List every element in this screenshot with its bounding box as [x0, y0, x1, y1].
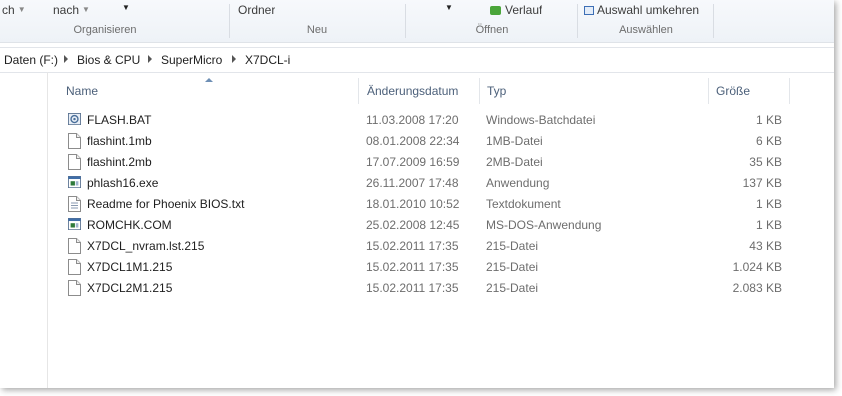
file-date: 15.02.2011 17:35 — [366, 281, 459, 295]
file-size: 1 KB — [755, 197, 782, 211]
invert-selection-icon — [584, 6, 594, 15]
file-type: MS-DOS-Anwendung — [486, 218, 602, 232]
file-name: FLASH.BAT — [87, 113, 152, 127]
group-label-neu: Neu — [306, 24, 328, 36]
file-type: Windows-Batchdatei — [486, 113, 596, 127]
file-name: flashint.2mb — [87, 155, 152, 169]
file-name: phlash16.exe — [87, 176, 159, 190]
file-type: 215-Datei — [486, 260, 539, 274]
file-row[interactable]: ROMCHK.COM 25.02.2008 12:45 MS-DOS-Anwendu… — [60, 215, 790, 236]
application-icon — [68, 175, 81, 191]
group-label-auswaehlen: Auswählen — [619, 24, 673, 36]
file-name: Readme for Phoenix BIOS.txt — [87, 197, 245, 211]
breadcrumb-chevron-icon[interactable] — [232, 55, 236, 63]
group-label-organisieren: Organisieren — [73, 24, 137, 36]
column-divider[interactable] — [789, 78, 790, 104]
file-type: 215-Datei — [486, 239, 539, 253]
column-divider[interactable] — [708, 78, 709, 104]
column-divider[interactable] — [358, 78, 359, 104]
file-type: 2MB-Datei — [486, 155, 543, 169]
group-label-oeffnen: Öffnen — [475, 24, 509, 36]
file-name: ROMCHK.COM — [87, 218, 172, 232]
column-divider[interactable] — [479, 78, 480, 104]
open-dropdown-arrow-icon[interactable]: ▼ — [445, 3, 453, 12]
file-row[interactable]: flashint.1mb 08.01.2008 22:34 1MB-Datei 6 K… — [60, 131, 790, 152]
file-type: Textdokument — [486, 197, 561, 211]
batch-file-icon — [68, 112, 81, 128]
file-type: 215-Datei — [486, 281, 539, 295]
ribbon-separator — [405, 4, 406, 38]
ribbon-separator — [577, 4, 578, 38]
invert-selection-button[interactable]: Auswahl umkehren — [584, 3, 699, 15]
file-name: X7DCL_nvram.lst.215 — [87, 239, 205, 253]
file-date: 11.03.2008 17:20 — [366, 113, 459, 127]
ribbon-separator — [713, 4, 714, 38]
file-row[interactable]: X7DCL1M1.215 15.02.2011 17:35 215-Datei 1.0… — [60, 257, 790, 278]
file-size: 2.083 KB — [732, 281, 782, 295]
explorer-window: ch ▼ nach ▼ ▼ Ordner ▼ Verlauf Auswahl umk… — [0, 0, 834, 388]
file-size: 137 KB — [742, 176, 782, 190]
file-size: 1 KB — [755, 218, 782, 232]
breadcrumb-item-x7dcl-i[interactable]: X7DCL-i — [245, 53, 290, 67]
breadcrumb-item-supermicro[interactable]: SuperMicro — [161, 53, 222, 67]
history-icon — [490, 6, 501, 15]
file-row[interactable]: phlash16.exe 26.11.2007 17:48 Anwendung 137… — [60, 173, 790, 194]
file-row[interactable]: Readme for Phoenix BIOS.txt 18.01.2010 10… — [60, 194, 790, 215]
file-size: 35 KB — [749, 155, 782, 169]
file-size: 1 KB — [755, 113, 782, 127]
ribbon-cut-button-left[interactable]: ch ▼ — [2, 3, 26, 15]
application-icon — [68, 217, 81, 233]
file-date: 15.02.2011 17:35 — [366, 239, 459, 253]
column-header-date[interactable]: Änderungsdatum — [367, 84, 458, 98]
navigation-pane-divider[interactable] — [47, 72, 48, 388]
file-row[interactable]: X7DCL2M1.215 15.02.2011 17:35 215-Datei 2.0… — [60, 278, 790, 299]
column-header-size[interactable]: Größe — [716, 84, 750, 98]
sort-ascending-icon — [205, 78, 213, 82]
file-row[interactable]: FLASH.BAT 11.03.2008 17:20 Windows-Batchda… — [60, 110, 790, 131]
file-type: 1MB-Datei — [486, 134, 543, 148]
history-button[interactable]: Verlauf — [490, 3, 542, 15]
column-header-type[interactable]: Typ — [487, 84, 506, 98]
file-date: 26.11.2007 17:48 — [366, 176, 459, 190]
file-icon — [68, 154, 81, 170]
dropdown-arrow-icon: ▼ — [17, 5, 26, 14]
file-icon — [68, 133, 81, 149]
file-size: 6 KB — [755, 134, 782, 148]
file-date: 18.01.2010 10:52 — [366, 197, 460, 211]
column-header-name[interactable]: Name — [66, 84, 98, 98]
text-file-icon — [68, 196, 81, 212]
file-date: 25.02.2008 12:45 — [366, 218, 460, 232]
breadcrumb[interactable]: Daten (F:) Bios & CPU SuperMicro X7DCL-i — [0, 47, 834, 73]
file-icon — [68, 280, 81, 296]
ribbon: ch ▼ nach ▼ ▼ Ordner ▼ Verlauf Auswahl umk… — [0, 0, 834, 43]
new-folder-button[interactable]: Ordner — [238, 3, 275, 15]
file-row[interactable]: flashint.2mb 17.07.2009 16:59 2MB-Datei 35 … — [60, 152, 790, 173]
file-size: 1.024 KB — [732, 260, 782, 274]
breadcrumb-item-drive[interactable]: Daten (F:) — [4, 53, 58, 67]
ribbon-separator — [229, 4, 230, 38]
breadcrumb-item-bios-cpu[interactable]: Bios & CPU — [77, 53, 140, 67]
file-date: 17.07.2009 16:59 — [366, 155, 460, 169]
ribbon-dropdown-arrow-icon[interactable]: ▼ — [122, 3, 130, 12]
file-name: X7DCL2M1.215 — [87, 281, 173, 295]
file-name: flashint.1mb — [87, 134, 152, 148]
file-icon — [68, 238, 81, 254]
file-date: 15.02.2011 17:35 — [366, 260, 459, 274]
breadcrumb-chevron-icon[interactable] — [64, 55, 68, 63]
dropdown-arrow-icon: ▼ — [82, 5, 90, 14]
file-size: 43 KB — [749, 239, 782, 253]
breadcrumb-chevron-icon[interactable] — [148, 55, 152, 63]
file-row[interactable]: X7DCL_nvram.lst.215 15.02.2011 17:35 215-D… — [60, 236, 790, 257]
file-icon — [68, 259, 81, 275]
ribbon-cut-button-nach[interactable]: nach ▼ — [53, 3, 90, 15]
file-type: Anwendung — [486, 176, 550, 190]
file-date: 08.01.2008 22:34 — [366, 134, 460, 148]
file-name: X7DCL1M1.215 — [87, 260, 173, 274]
